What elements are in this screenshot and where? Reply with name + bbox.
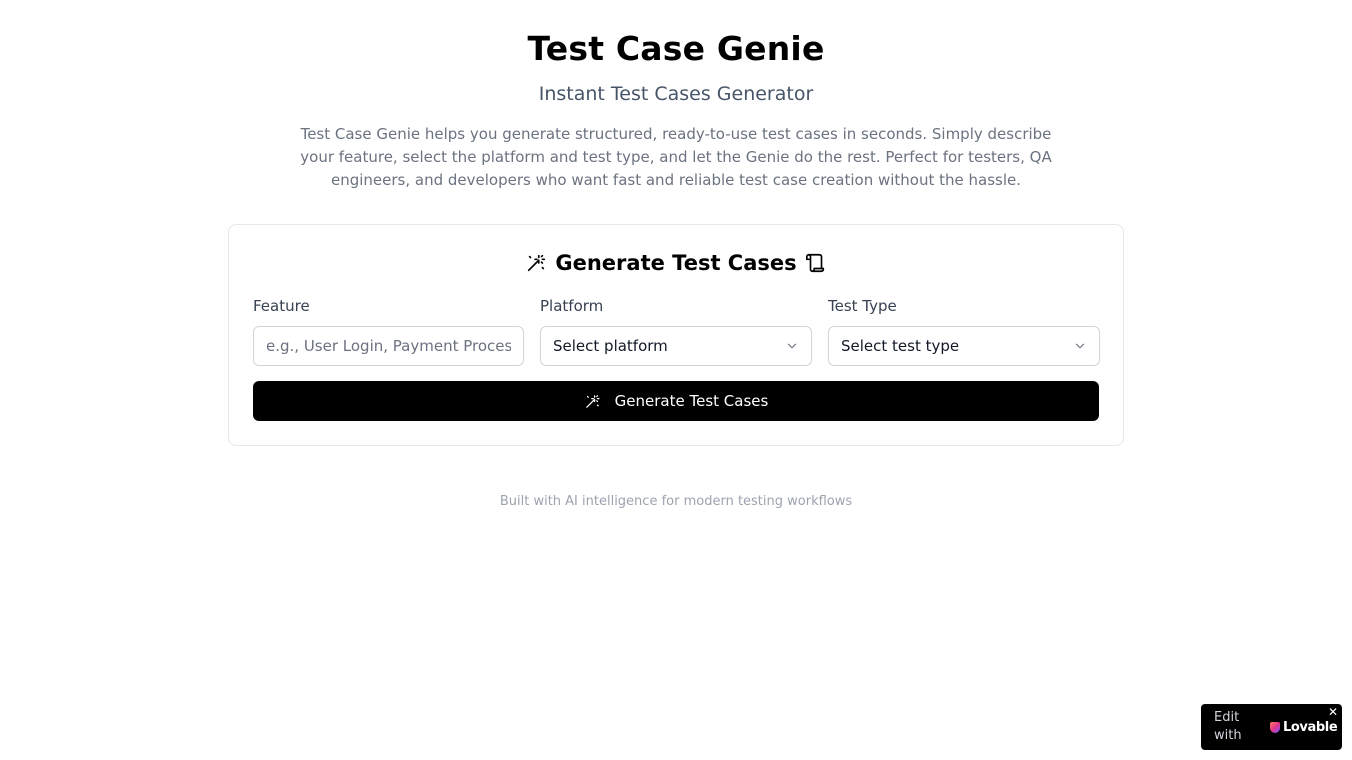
footer-text: Built with AI intelligence for modern te… (499, 494, 853, 509)
page: Test Case Genie Instant Test Cases Gener… (0, 0, 1352, 760)
chevron-down-icon (785, 339, 799, 353)
badge-edit-label: Edit with (1214, 710, 1242, 743)
magic-wand-icon (584, 393, 601, 410)
test-type-label: Test Type (828, 297, 897, 315)
lovable-heart-icon (1270, 721, 1280, 733)
edit-with-lovable-badge[interactable]: Edit with Lovable ✕ (1201, 704, 1342, 750)
magic-wand-icon (525, 252, 547, 274)
scroll-icon (805, 252, 827, 274)
test-type-field: Test Type Select test type (828, 297, 1100, 366)
test-type-select-value: Select test type (841, 337, 960, 355)
page-subtitle: Instant Test Cases Generator (538, 83, 814, 105)
page-title: Test Case Genie (527, 29, 825, 68)
card-title: Generate Test Cases (555, 251, 797, 275)
feature-field: Feature (253, 297, 525, 366)
hero-section: Test Case Genie Instant Test Cases Gener… (0, 0, 1352, 192)
generate-button-label: Generate Test Cases (614, 392, 769, 410)
feature-input[interactable] (253, 326, 524, 366)
close-icon[interactable]: ✕ (1328, 705, 1338, 719)
feature-label: Feature (253, 297, 310, 315)
platform-select-value: Select platform (553, 337, 668, 355)
lovable-brand-text: Lovable (1283, 719, 1338, 735)
platform-select[interactable]: Select platform (540, 326, 812, 366)
platform-field: Platform Select platform (540, 297, 812, 366)
test-type-select[interactable]: Select test type (828, 326, 1100, 366)
card-heading: Generate Test Cases (229, 249, 1123, 277)
generate-test-cases-button[interactable]: Generate Test Cases (253, 381, 1099, 421)
generator-card: Generate Test Cases Feature Platform Sel… (228, 224, 1124, 446)
platform-label: Platform (540, 297, 604, 315)
lovable-logo: Lovable (1270, 719, 1338, 735)
chevron-down-icon (1073, 339, 1087, 353)
page-description: Test Case Genie helps you generate struc… (300, 125, 1052, 189)
